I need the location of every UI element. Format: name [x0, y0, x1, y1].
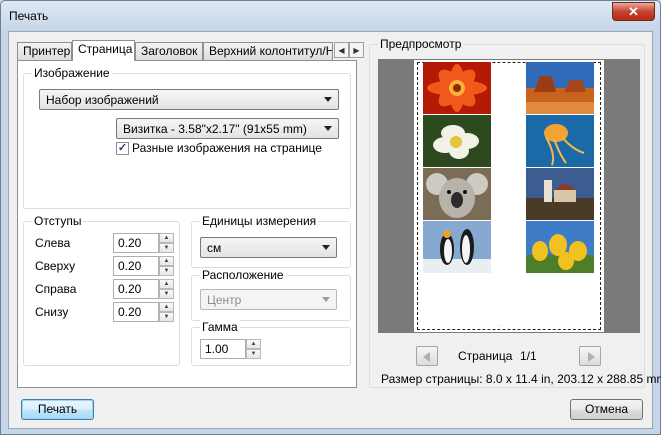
page-footer-text: .....: [499, 323, 504, 327]
chevron-down-icon: [324, 126, 332, 131]
next-page-button[interactable]: [579, 346, 601, 366]
margin-left-input[interactable]: [113, 233, 159, 253]
position-value: Центр: [207, 293, 242, 307]
tab-scroll-left-button[interactable]: ◀: [334, 42, 349, 58]
close-icon: ✕: [628, 3, 639, 19]
thumbnail-white-flower: [423, 115, 491, 167]
position-group-label: Расположение: [200, 268, 286, 282]
page-size-info: Размер страницы: 8.0 x 11.4 in, 203.12 x…: [381, 372, 661, 386]
arrow-down-icon[interactable]: ▼: [159, 312, 174, 322]
previous-page-button[interactable]: [416, 346, 438, 366]
print-dialog-window: Печать ✕ Принтер Страница Заголовок Верх…: [0, 0, 661, 435]
thumbnail-tulips: [526, 221, 594, 273]
chevron-left-icon: ◀: [338, 45, 345, 55]
arrow-up-icon[interactable]: ▲: [246, 339, 261, 349]
different-images-checkbox[interactable]: ✓: [116, 142, 129, 155]
margin-top-spinner[interactable]: ▲ ▼: [159, 256, 174, 276]
margin-right-spinner[interactable]: ▲ ▼: [159, 279, 174, 299]
arrow-down-icon[interactable]: ▼: [159, 289, 174, 299]
margin-top-input[interactable]: [113, 256, 159, 276]
thumbnail-lighthouse: [526, 168, 594, 220]
gamma-input[interactable]: [200, 339, 246, 359]
margin-bottom-spinner[interactable]: ▲ ▼: [159, 302, 174, 322]
page-label: Страница: [458, 349, 513, 363]
tab-strip: Принтер Страница Заголовок Верхний колон…: [17, 40, 364, 61]
units-select[interactable]: см: [200, 237, 337, 258]
arrow-right-icon: [588, 352, 595, 362]
position-select[interactable]: Центр: [200, 289, 337, 310]
tab-scroll-right-button[interactable]: ▶: [349, 42, 364, 58]
tab-panel-page: Изображение Набор изображений Визитка - …: [17, 60, 357, 388]
margin-top-label: Сверху: [35, 259, 76, 273]
thumbnail-jellyfish: [526, 115, 594, 167]
arrow-up-icon[interactable]: ▲: [159, 233, 174, 243]
chevron-down-icon: [324, 97, 332, 102]
thumbnail-desert: [526, 62, 594, 114]
different-images-label: Разные изображения на странице: [132, 141, 322, 155]
arrow-left-icon: [423, 352, 430, 362]
checkmark-icon: ✓: [117, 142, 128, 154]
image-mode-value: Набор изображений: [46, 93, 159, 107]
margin-left-spinner[interactable]: ▲ ▼: [159, 233, 174, 253]
image-mode-select[interactable]: Набор изображений: [39, 89, 339, 110]
chevron-down-icon: [322, 297, 330, 302]
units-value: см: [207, 241, 222, 255]
image-size-select[interactable]: Визитка - 3.58"x2.17" (91x55 mm): [116, 118, 339, 139]
dialog-client-area: Принтер Страница Заголовок Верхний колон…: [8, 31, 661, 429]
tab-printer[interactable]: Принтер: [17, 42, 72, 60]
units-group-label: Единицы измерения: [200, 214, 319, 228]
thumbnail-red-flower: [423, 62, 491, 114]
title-bar[interactable]: Печать ✕: [1, 1, 660, 31]
thumbnail-koala: [423, 168, 491, 220]
margins-group-label: Отступы: [32, 214, 84, 228]
arrow-down-icon[interactable]: ▼: [159, 266, 174, 276]
arrow-up-icon[interactable]: ▲: [159, 279, 174, 289]
thumbnail-penguins: [423, 221, 491, 273]
chevron-right-icon: ▶: [353, 45, 360, 55]
image-group-label: Изображение: [32, 66, 112, 80]
chevron-down-icon: [322, 245, 330, 250]
gamma-group-label: Гамма: [200, 320, 240, 334]
tab-header[interactable]: Заголовок: [135, 42, 203, 60]
print-button[interactable]: Печать: [21, 399, 94, 420]
cancel-button[interactable]: Отмена: [570, 399, 643, 420]
image-size-value: Визитка - 3.58"x2.17" (91x55 mm): [123, 122, 307, 136]
window-title: Печать: [9, 9, 49, 23]
margin-bottom-label: Снизу: [35, 305, 69, 319]
arrow-down-icon[interactable]: ▼: [246, 349, 261, 359]
margin-left-label: Слева: [35, 236, 71, 250]
tab-page[interactable]: Страница: [72, 40, 135, 61]
arrow-down-icon[interactable]: ▼: [159, 243, 174, 253]
arrow-up-icon[interactable]: ▲: [159, 256, 174, 266]
arrow-up-icon[interactable]: ▲: [159, 302, 174, 312]
close-button[interactable]: ✕: [612, 2, 655, 21]
preview-group-label: Предпросмотр: [378, 37, 464, 51]
gamma-spinner[interactable]: ▲ ▼: [246, 339, 261, 359]
page-counter: 1/1: [520, 349, 537, 363]
margin-right-label: Справа: [35, 282, 77, 296]
margin-right-input[interactable]: [113, 279, 159, 299]
tab-header-footer[interactable]: Верхний колонтитул/Ни: [203, 42, 333, 60]
margin-bottom-input[interactable]: [113, 302, 159, 322]
